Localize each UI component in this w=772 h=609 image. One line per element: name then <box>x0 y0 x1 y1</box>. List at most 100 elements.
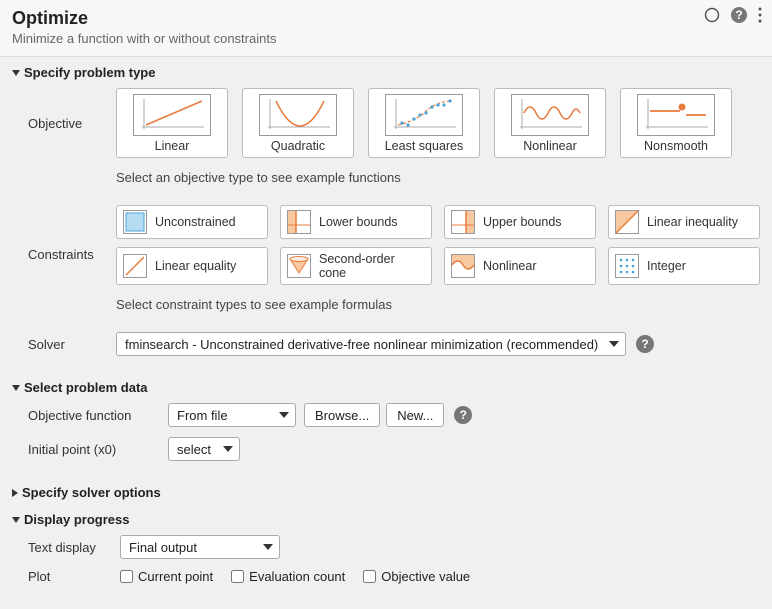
help-icon[interactable]: ? <box>730 6 748 24</box>
constraint-cards: Unconstrained Lower bounds Upper bounds <box>116 205 760 285</box>
new-button[interactable]: New... <box>386 403 444 427</box>
checkbox-current-point[interactable]: Current point <box>120 569 213 584</box>
objective-card-linear[interactable]: Linear <box>116 88 228 158</box>
label-objective: Objective <box>28 116 116 131</box>
section-display-progress: Display progress Text display Final outp… <box>0 504 772 600</box>
constraint-card-linear-inequality[interactable]: Linear inequality <box>608 205 760 239</box>
objective-card-label: Nonlinear <box>499 139 601 153</box>
constraint-card-unconstrained[interactable]: Unconstrained <box>116 205 268 239</box>
solver-select-value: fminsearch - Unconstrained derivative-fr… <box>125 337 598 352</box>
constraint-card-lower-bounds[interactable]: Lower bounds <box>280 205 432 239</box>
row-objective: Objective Linear <box>28 88 760 158</box>
checkbox-label: Evaluation count <box>249 569 345 584</box>
text-display-select[interactable]: Final output <box>120 535 280 559</box>
constraint-card-linear-equality[interactable]: Linear equality <box>116 247 268 285</box>
objective-card-nonsmooth[interactable]: Nonsmooth <box>620 88 732 158</box>
second-order-cone-icon <box>287 254 311 278</box>
row-objective-function: Objective function From file Browse... N… <box>28 403 760 427</box>
constraint-card-label: Nonlinear <box>483 259 537 273</box>
section-specify-problem-type: Specify problem type Objective Linear <box>0 57 772 372</box>
solver-select[interactable]: fminsearch - Unconstrained derivative-fr… <box>116 332 626 356</box>
label-text-display: Text display <box>28 540 120 555</box>
objective-hint: Select an objective type to see example … <box>116 170 401 185</box>
objective-card-nonlinear[interactable]: Nonlinear <box>494 88 606 158</box>
row-text-display: Text display Final output <box>28 535 760 559</box>
section-toggle-specify-solver-options[interactable]: Specify solver options <box>12 483 760 502</box>
chevron-down-icon <box>263 544 273 550</box>
section-title: Select problem data <box>24 380 148 395</box>
constraint-card-label: Linear equality <box>155 259 236 273</box>
objective-card-least-squares[interactable]: Least squares <box>368 88 480 158</box>
linear-inequality-icon <box>615 210 639 234</box>
more-options-icon[interactable] <box>758 7 762 23</box>
section-toggle-select-problem-data[interactable]: Select problem data <box>12 378 760 397</box>
checkbox-input[interactable] <box>120 570 133 583</box>
linear-icon <box>133 94 211 136</box>
quadratic-icon <box>259 94 337 136</box>
constraint-card-label: Unconstrained <box>155 215 236 229</box>
label-constraints: Constraints <box>28 247 116 262</box>
upper-bounds-icon <box>451 210 475 234</box>
section-toggle-specify-problem-type[interactable]: Specify problem type <box>12 63 760 82</box>
row-constraints: Constraints Unconstrained Lower bounds <box>28 205 760 285</box>
constraint-card-upper-bounds[interactable]: Upper bounds <box>444 205 596 239</box>
checkbox-objective-value[interactable]: Objective value <box>363 569 470 584</box>
page-subtitle: Minimize a function with or without cons… <box>12 31 760 46</box>
checkbox-input[interactable] <box>231 570 244 583</box>
header-actions: ? <box>704 6 762 24</box>
caret-down-icon <box>12 70 20 76</box>
least-squares-icon <box>385 94 463 136</box>
objective-card-label: Least squares <box>373 139 475 153</box>
objective-cards: Linear Quadratic <box>116 88 732 158</box>
label-solver: Solver <box>28 337 116 352</box>
row-plot: Plot Current point Evaluation count Obje… <box>28 569 760 584</box>
row-solver: Solver fminsearch - Unconstrained deriva… <box>28 332 760 356</box>
section-title: Specify solver options <box>22 485 161 500</box>
objective-card-label: Quadratic <box>247 139 349 153</box>
constraint-card-integer[interactable]: Integer <box>608 247 760 285</box>
page-title: Optimize <box>12 8 760 29</box>
checkbox-label: Objective value <box>381 569 470 584</box>
constraint-card-label: Integer <box>647 259 686 273</box>
constraint-card-label: Linear inequality <box>647 215 738 229</box>
constraints-hint: Select constraint types to see example f… <box>116 297 392 312</box>
chevron-down-icon <box>279 412 289 418</box>
section-toggle-display-progress[interactable]: Display progress <box>12 510 760 529</box>
initial-point-select-value: select <box>177 442 211 457</box>
label-objective-function: Objective function <box>28 408 168 423</box>
objective-card-quadratic[interactable]: Quadratic <box>242 88 354 158</box>
checkbox-input[interactable] <box>363 570 376 583</box>
header: Optimize Minimize a function with or wit… <box>0 0 772 57</box>
caret-down-icon <box>12 385 20 391</box>
constraint-card-label: Upper bounds <box>483 215 562 229</box>
nonsmooth-icon <box>637 94 715 136</box>
section-specify-solver-options: Specify solver options <box>0 477 772 504</box>
status-circle-icon[interactable] <box>704 7 720 23</box>
row-initial-point: Initial point (x0) select <box>28 437 760 461</box>
label-initial-point: Initial point (x0) <box>28 442 168 457</box>
checkbox-evaluation-count[interactable]: Evaluation count <box>231 569 345 584</box>
constraint-card-label: Second-order cone <box>319 252 425 280</box>
lower-bounds-icon <box>287 210 311 234</box>
chevron-down-icon <box>223 446 233 452</box>
section-title: Specify problem type <box>24 65 155 80</box>
objective-function-select[interactable]: From file <box>168 403 296 427</box>
objective-function-select-value: From file <box>177 408 228 423</box>
unconstrained-icon <box>123 210 147 234</box>
svg-text:?: ? <box>735 8 742 22</box>
caret-right-icon <box>12 489 18 497</box>
chevron-down-icon <box>609 341 619 347</box>
solver-help-icon[interactable]: ? <box>636 335 654 353</box>
text-display-select-value: Final output <box>129 540 197 555</box>
browse-button[interactable]: Browse... <box>304 403 380 427</box>
linear-equality-icon <box>123 254 147 278</box>
caret-down-icon <box>12 517 20 523</box>
initial-point-select[interactable]: select <box>168 437 240 461</box>
constraint-card-second-order-cone[interactable]: Second-order cone <box>280 247 432 285</box>
label-plot: Plot <box>28 569 120 584</box>
objective-function-help-icon[interactable]: ? <box>454 406 472 424</box>
section-select-problem-data: Select problem data Objective function F… <box>0 372 772 477</box>
constraint-card-nonlinear[interactable]: Nonlinear <box>444 247 596 285</box>
section-title: Display progress <box>24 512 130 527</box>
nonlinear-icon <box>511 94 589 136</box>
